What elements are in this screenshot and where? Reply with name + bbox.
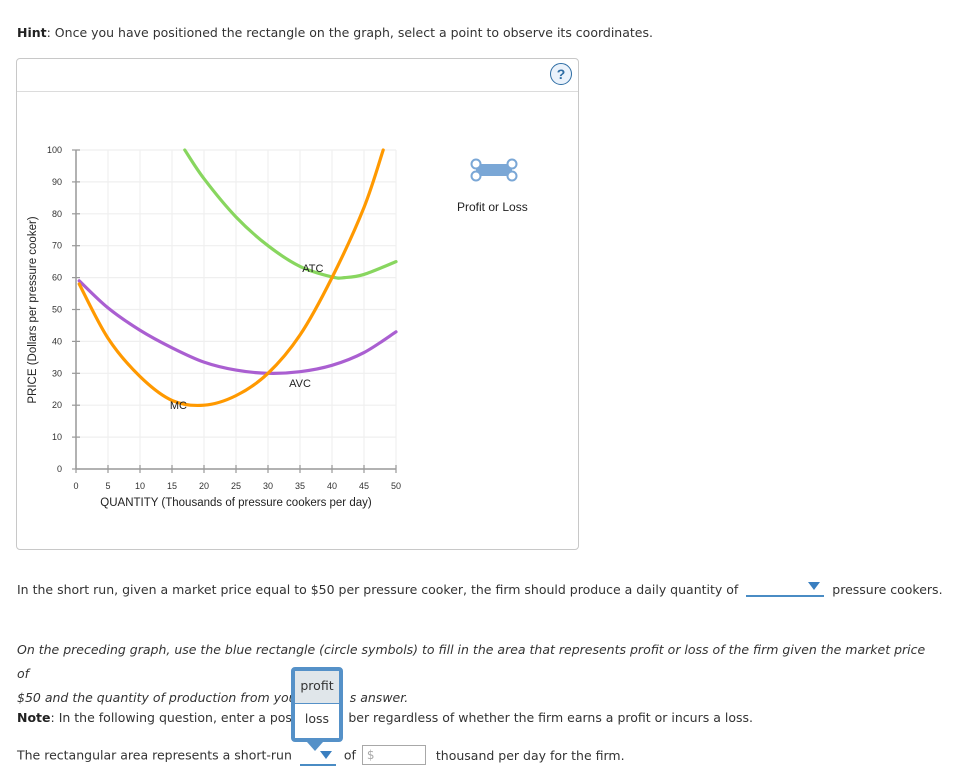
question-profit-loss-text: The rectangular area represents a short-… [17, 747, 292, 763]
question-rectangle-instructions: On the preceding graph, use the blue rec… [17, 638, 927, 710]
avc-curve [77, 279, 398, 375]
y-tick-label: 0 [57, 464, 62, 474]
x-tick-label: 5 [105, 481, 110, 491]
dropdown-option-loss[interactable]: loss [295, 704, 339, 737]
note-body-start: : In the following question, enter a pos… [50, 710, 301, 725]
tool-rectangle-icon [476, 164, 512, 176]
note-body-end: ber regardless of whether the firm earns… [348, 710, 753, 725]
chevron-down-icon [319, 751, 332, 759]
tool-handle-icon [470, 170, 482, 182]
y-tick-label: 40 [52, 336, 62, 346]
profit-or-loss-label[interactable]: Profit or Loss [457, 200, 528, 214]
y-tick-label: 50 [52, 305, 62, 315]
note-text: Note: In the following question, enter a… [17, 710, 753, 725]
tool-handle-icon [506, 170, 518, 182]
of-text: of [343, 747, 356, 763]
tool-handle-icon [470, 158, 482, 170]
amount-input[interactable]: $ [361, 745, 426, 765]
chevron-down-icon [808, 582, 821, 590]
instructions-line-2-start: $50 and the quantity of production from … [17, 690, 302, 705]
atc-label: ATC [302, 263, 323, 275]
instructions-line-1: On the preceding graph, use the blue rec… [17, 642, 926, 681]
profit-loss-dropdown-menu[interactable]: profit loss [291, 667, 343, 751]
y-tick-label: 10 [52, 432, 62, 442]
instructions-line-2: $50 and the quantity of production from … [17, 686, 927, 710]
x-tick-label: 30 [263, 481, 273, 491]
question-profit-loss-suffix: thousand per day for the firm. [435, 747, 625, 763]
question-quantity-suffix: pressure cookers. [832, 582, 943, 597]
chart-ticks: 0 5 10 15 20 25 30 35 40 45 50 0 10 20 30 40 50 60 70 80 90 1… [47, 145, 401, 491]
y-tick-label: 100 [47, 145, 62, 155]
note-label: Note [17, 710, 51, 725]
mc-label: MC [170, 400, 187, 412]
x-tick-label: 15 [167, 481, 177, 491]
chart-grid [76, 149, 397, 469]
profit-or-loss-tool[interactable] [470, 158, 518, 182]
question-quantity-text: In the short run, given a market price e… [17, 582, 739, 597]
y-tick-label: 70 [52, 241, 62, 251]
y-tick-label: 90 [52, 177, 62, 187]
x-tick-label: 25 [231, 481, 241, 491]
amount-input-placeholder: $ [366, 748, 375, 762]
dropdown-option-profit[interactable]: profit [295, 671, 339, 704]
question-quantity: In the short run, given a market price e… [17, 578, 943, 597]
cost-curves-chart[interactable]: 0 5 10 15 20 25 30 35 40 45 50 0 10 20 30 40 50 60 70 80 90 1… [0, 0, 957, 560]
x-tick-label: 45 [359, 481, 369, 491]
avc-label: AVC [289, 378, 311, 390]
x-tick-label: 50 [391, 481, 401, 491]
x-tick-label: 40 [327, 481, 337, 491]
x-axis-label: QUANTITY (Thousands of pressure cookers … [100, 497, 372, 509]
y-tick-label: 30 [52, 368, 62, 378]
y-tick-label: 20 [52, 400, 62, 410]
y-tick-label: 60 [52, 273, 62, 283]
quantity-dropdown[interactable] [746, 578, 825, 597]
y-tick-label: 80 [52, 209, 62, 219]
popup-pointer-icon [307, 742, 323, 751]
y-axis-label: PRICE (Dollars per pressure cooker) [27, 216, 39, 403]
x-tick-label: 10 [135, 481, 145, 491]
tool-handle-icon [506, 158, 518, 170]
x-tick-label: 35 [295, 481, 305, 491]
instructions-line-2-end: s answer. [349, 690, 409, 705]
x-tick-label: 20 [199, 481, 209, 491]
x-tick-label: 0 [73, 481, 78, 491]
